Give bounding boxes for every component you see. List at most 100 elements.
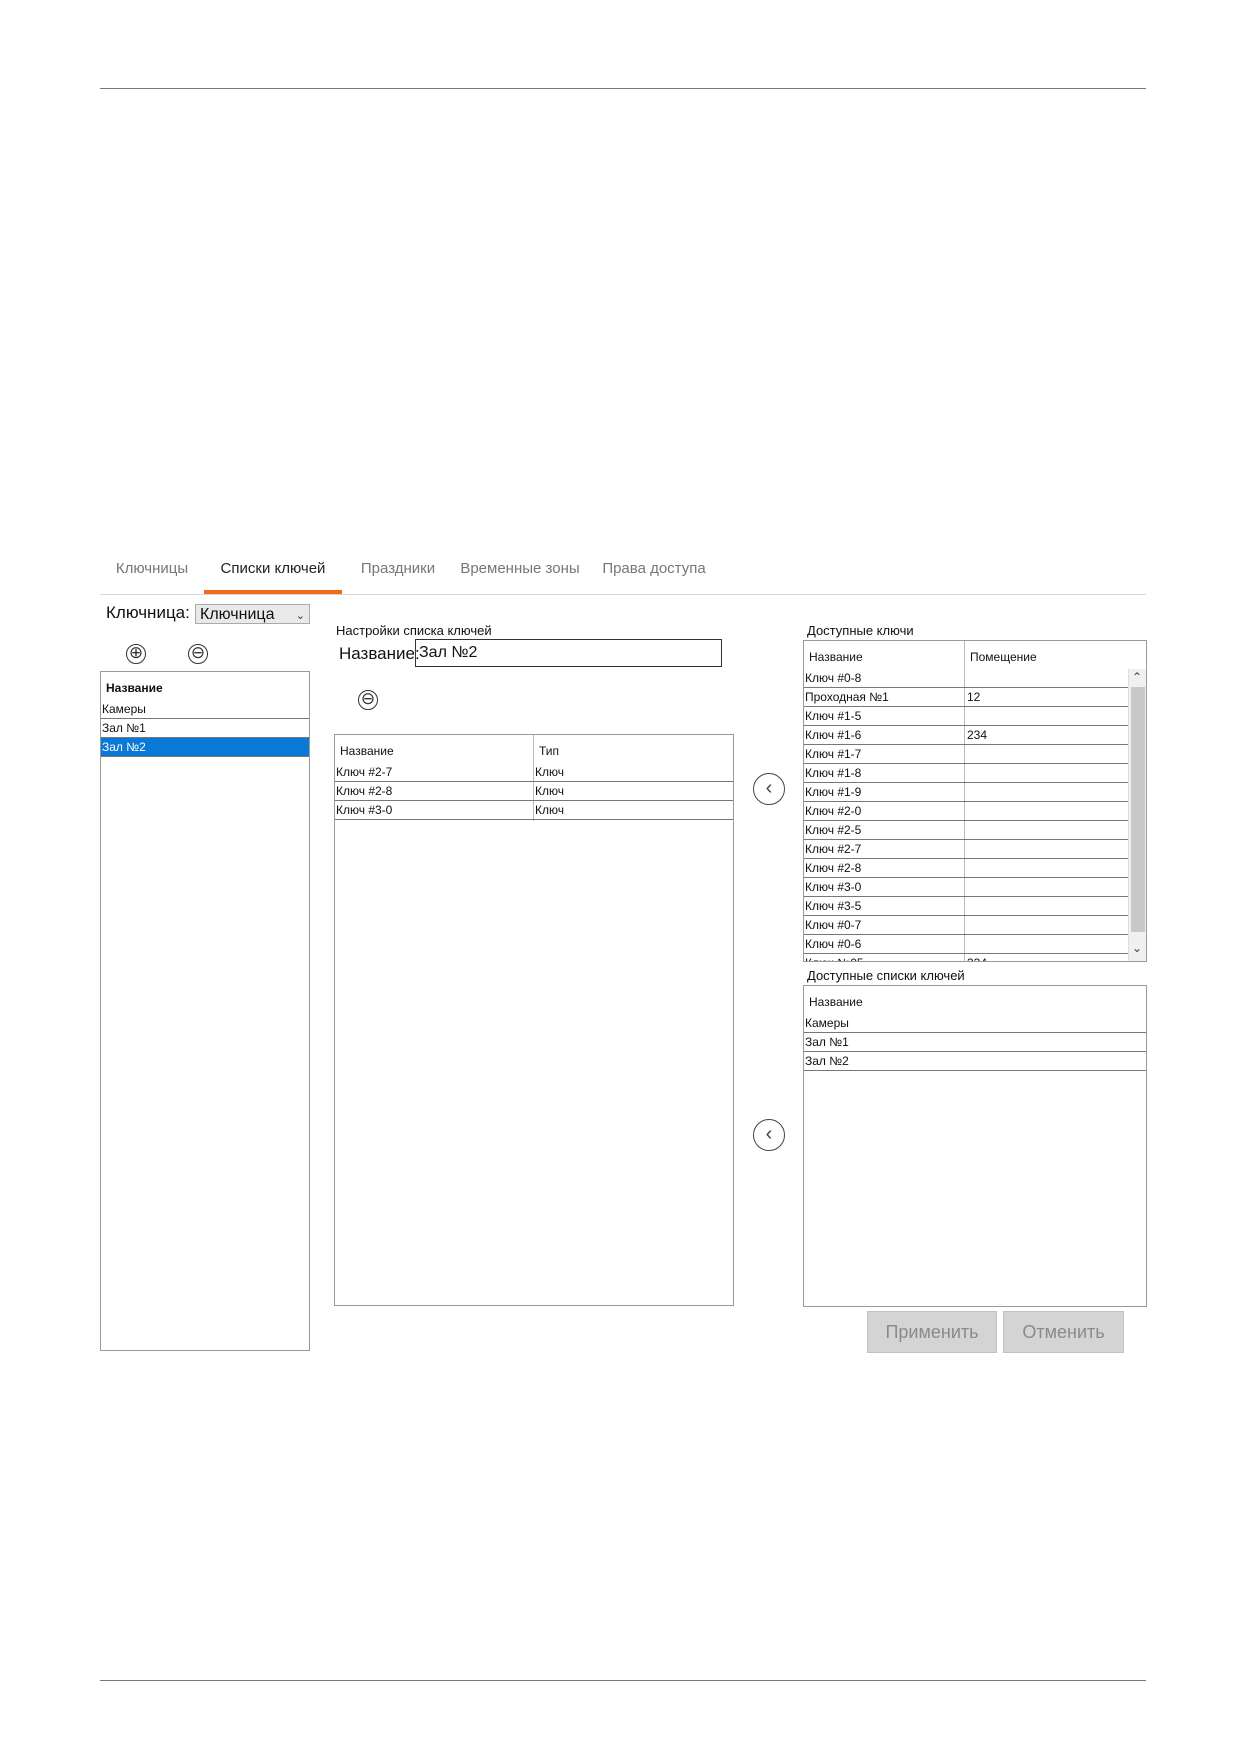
page-top-rule xyxy=(100,88,1146,89)
table-row[interactable]: Ключ #2-5 xyxy=(804,821,1128,840)
list-item[interactable]: Камеры xyxy=(804,1014,1146,1033)
cell-name: Ключ #1-7 xyxy=(805,747,862,761)
list-item-selected[interactable]: Зал №2 xyxy=(101,738,309,757)
cell-name: Ключ #0-7 xyxy=(805,918,862,932)
table-row[interactable]: Ключ #1-6 234 xyxy=(804,726,1128,745)
available-keys-title: Доступные ключи xyxy=(807,623,914,638)
cell-name: Ключ #2-8 xyxy=(336,784,393,798)
list-item[interactable]: Зал №1 xyxy=(101,719,309,738)
table-row[interactable]: Ключ #2-8 xyxy=(804,859,1128,878)
scrollbar-thumb[interactable] xyxy=(1131,687,1145,932)
column-header-room: Помещение xyxy=(970,650,1037,664)
cell-name: Ключ #2-5 xyxy=(805,823,862,837)
add-list-to-list-button[interactable]: ‹ xyxy=(753,1119,785,1151)
keybox-select-value: Ключница xyxy=(200,606,275,623)
cell-room xyxy=(966,840,967,858)
list-item-label: Зал №1 xyxy=(805,1035,849,1049)
tab-bar: Ключницы Списки ключей Праздники Временн… xyxy=(100,548,1146,595)
list-keys-table: Название Тип Ключ #2-7 Ключ Ключ #2-8 Ключ… xyxy=(334,734,734,1306)
available-lists-table: Название Камеры Зал №1 Зал №2 xyxy=(803,985,1147,1307)
scroll-up-icon[interactable]: ⌃ xyxy=(1132,670,1142,684)
table-row[interactable]: Ключ №05 334 xyxy=(804,954,1128,961)
table-row[interactable]: Ключ #1-7 xyxy=(804,745,1128,764)
cell-name: Ключ #3-0 xyxy=(805,880,862,894)
column-header-type: Тип xyxy=(539,744,560,758)
table-row[interactable]: Ключ #1-8 xyxy=(804,764,1128,783)
keybox-select[interactable]: Ключница ⌄ xyxy=(195,604,310,624)
table-row[interactable]: Ключ #2-8 Ключ xyxy=(335,782,733,801)
cell-name: Ключ #2-8 xyxy=(805,861,862,875)
table-row[interactable]: Ключ #1-5 xyxy=(804,707,1128,726)
list-item-label: Зал №2 xyxy=(102,740,146,754)
table-row[interactable]: Ключ #0-6 xyxy=(804,935,1128,954)
cell-name: Ключ #2-7 xyxy=(336,765,393,779)
table-row[interactable]: Ключ #2-0 xyxy=(804,802,1128,821)
tab-access-rights[interactable]: Права доступа xyxy=(592,548,716,593)
cell-room: 334 xyxy=(966,954,987,961)
cell-name: Ключ #3-5 xyxy=(805,899,862,913)
table-row[interactable]: Ключ #1-9 xyxy=(804,783,1128,802)
column-header-name: Название xyxy=(106,681,163,695)
add-list-button[interactable]: ⊕ xyxy=(126,644,146,664)
cell-room xyxy=(966,745,967,763)
cell-room xyxy=(966,707,967,725)
table-row[interactable]: Ключ #0-8 xyxy=(804,669,1128,688)
remove-list-button[interactable]: ⊖ xyxy=(188,644,208,664)
cell-room xyxy=(966,916,967,934)
keybox-label: Ключница: xyxy=(106,603,190,622)
tab-holidays[interactable]: Праздники xyxy=(348,548,448,593)
cell-room xyxy=(966,897,967,915)
column-header-name: Название xyxy=(809,650,863,664)
cell-room: 12 xyxy=(967,690,981,704)
cell-name: Ключ #1-9 xyxy=(805,785,862,799)
remove-key-button[interactable]: ⊖ xyxy=(358,690,378,710)
list-item-label: Камеры xyxy=(805,1016,849,1030)
cell-name: Ключ #2-0 xyxy=(805,804,862,818)
tab-time-zones[interactable]: Временные зоны xyxy=(452,548,588,593)
table-row[interactable]: Ключ #3-0 xyxy=(804,878,1128,897)
cell-room xyxy=(966,783,967,801)
cell-name: Ключ #0-8 xyxy=(805,671,862,685)
apply-button[interactable]: Применить xyxy=(867,1311,997,1353)
list-item-label: Камеры xyxy=(102,702,146,716)
page-bottom-rule xyxy=(100,1680,1146,1681)
add-key-to-list-button[interactable]: ‹ xyxy=(753,773,785,805)
cancel-button[interactable]: Отменить xyxy=(1003,1311,1124,1353)
table-row[interactable]: Ключ #2-7 xyxy=(804,840,1128,859)
vertical-scrollbar[interactable]: ⌃ ⌄ xyxy=(1128,669,1146,961)
plus-icon: ⊕ xyxy=(128,643,144,662)
name-label: Название: xyxy=(339,644,420,663)
settings-title: Настройки списка ключей xyxy=(336,623,492,638)
minus-icon: ⊖ xyxy=(190,643,206,662)
cell-room xyxy=(966,935,967,953)
cell-name: Ключ #0-6 xyxy=(805,937,862,951)
table-row[interactable]: Ключ #2-7 Ключ xyxy=(335,763,733,782)
list-item[interactable]: Зал №2 xyxy=(804,1052,1146,1071)
cell-room xyxy=(966,878,967,896)
table-row[interactable]: Ключ #0-7 xyxy=(804,916,1128,935)
chevron-left-icon: ‹ xyxy=(765,777,773,799)
tab-key-lists[interactable]: Списки ключей xyxy=(204,548,342,594)
chevron-left-icon: ‹ xyxy=(765,1123,773,1145)
cell-room xyxy=(966,764,967,782)
cell-name: Ключ #1-6 xyxy=(805,728,862,742)
table-row[interactable]: Ключ #3-5 xyxy=(804,897,1128,916)
available-lists-title: Доступные списки ключей xyxy=(807,968,965,983)
table-row[interactable]: Проходная №1 12 xyxy=(804,688,1128,707)
list-item-label: Зал №1 xyxy=(102,721,146,735)
cell-name: Ключ #3-0 xyxy=(336,803,393,817)
cell-room xyxy=(966,802,967,820)
tab-keyboxes[interactable]: Ключницы xyxy=(100,548,204,593)
list-item[interactable]: Камеры xyxy=(101,700,309,719)
cell-room xyxy=(966,859,967,877)
table-row[interactable]: Ключ #3-0 Ключ xyxy=(335,801,733,820)
name-input[interactable]: Зал №2 xyxy=(415,639,722,667)
minus-icon: ⊖ xyxy=(360,689,376,708)
cell-name: Ключ №05 xyxy=(804,954,864,961)
list-item[interactable]: Зал №1 xyxy=(804,1033,1146,1052)
cell-type: Ключ xyxy=(535,765,564,779)
cell-room xyxy=(966,669,967,687)
cell-name: Проходная №1 xyxy=(805,690,889,704)
scroll-down-icon[interactable]: ⌄ xyxy=(1132,941,1142,955)
cell-name: Ключ #1-5 xyxy=(805,709,862,723)
